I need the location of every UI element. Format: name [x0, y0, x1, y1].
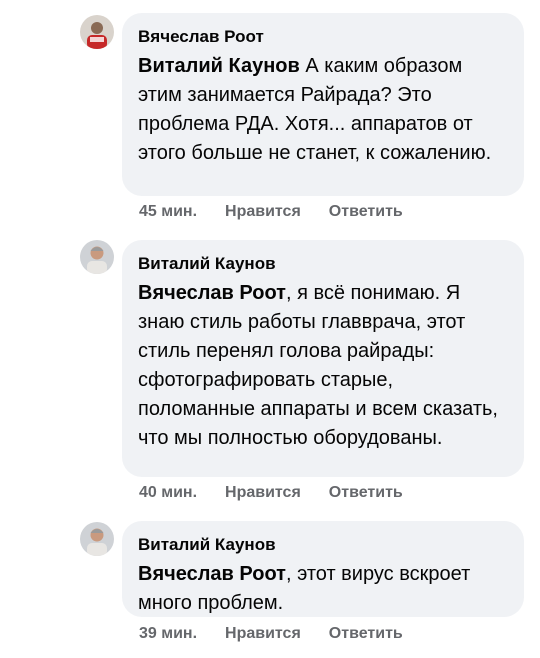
reply-button[interactable]: Ответить [329, 203, 403, 221]
reply-button[interactable]: Ответить [329, 625, 403, 643]
comment-bubble: Вячеслав Роот Виталий Каунов А каким обр… [122, 13, 524, 196]
comment-time[interactable]: 40 мин. [139, 484, 197, 502]
user-avatar-photo-icon [80, 522, 114, 556]
comment-time[interactable]: 39 мин. [139, 625, 197, 643]
mention-link[interactable]: Виталий Каунов [138, 55, 300, 77]
comment-body: , я всё понимаю. Я знаю стиль работы гла… [138, 282, 498, 449]
comment-author[interactable]: Вячеслав Роот [138, 26, 508, 48]
comment-time[interactable]: 45 мин. [139, 203, 197, 221]
user-avatar-photo-icon [80, 240, 114, 274]
comment-bubble: Виталий Каунов Вячеслав Роот, я всё пони… [122, 240, 524, 477]
comment-actions: 39 мин. Нравится Ответить [139, 625, 403, 643]
user-avatar-red-icon [80, 15, 114, 49]
like-button[interactable]: Нравится [225, 625, 301, 643]
like-button[interactable]: Нравится [225, 484, 301, 502]
comment-text: Виталий Каунов А каким образом этим зани… [138, 52, 508, 168]
like-button[interactable]: Нравится [225, 203, 301, 221]
avatar[interactable] [80, 240, 114, 274]
avatar[interactable] [80, 15, 114, 49]
reply-button[interactable]: Ответить [329, 484, 403, 502]
comment-author[interactable]: Виталий Каунов [138, 534, 508, 556]
mention-link[interactable]: Вячеслав Роот [138, 282, 286, 304]
comment-bubble: Виталий Каунов Вячеслав Роот, этот вирус… [122, 521, 524, 617]
comment-text: Вячеслав Роот, я всё понимаю. Я знаю сти… [138, 279, 508, 453]
avatar[interactable] [80, 522, 114, 556]
mention-link[interactable]: Вячеслав Роот [138, 563, 286, 585]
comment-actions: 40 мин. Нравится Ответить [139, 484, 403, 502]
comment-text: Вячеслав Роот, этот вирус вскроет много … [138, 560, 508, 618]
comment-actions: 45 мин. Нравится Ответить [139, 203, 403, 221]
comment-author[interactable]: Виталий Каунов [138, 253, 508, 275]
